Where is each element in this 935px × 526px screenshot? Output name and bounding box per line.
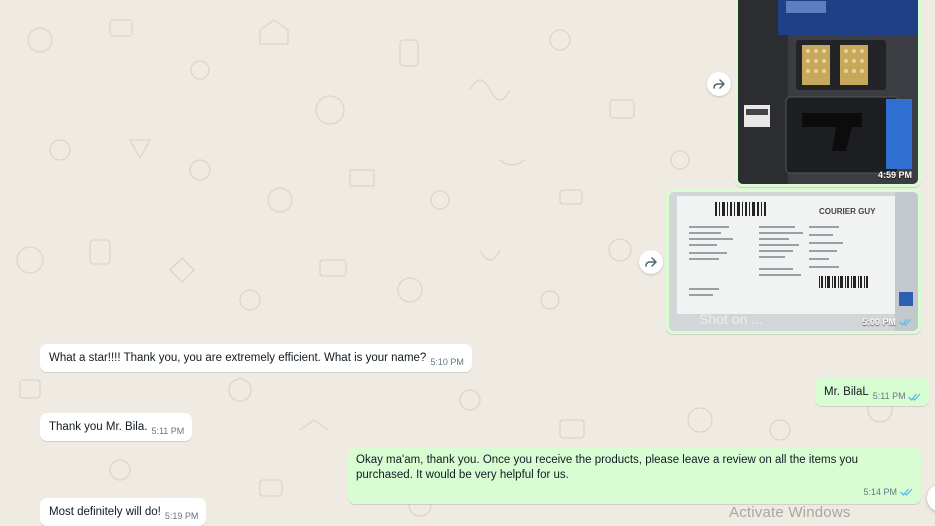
message-text: Okay ma'am, thank you. Once you receive … [356, 454, 859, 481]
message-text: What a star!!!! Thank you, you are extre… [49, 352, 427, 364]
incoming-message[interactable]: What a star!!!! Thank you, you are extre… [40, 344, 472, 372]
message-meta: 5:00 PM [862, 317, 912, 327]
activate-windows-watermark: Activate Windows [729, 504, 851, 521]
message-time: 4:59 PM [877, 170, 912, 180]
photo-overlay-text: Shot on ... [699, 311, 763, 327]
forward-button[interactable] [707, 72, 731, 96]
incoming-message[interactable]: Most definitely will do! 5:19 PM [40, 498, 207, 526]
message-time: 5:19 PM [164, 511, 199, 521]
double-check-icon [899, 318, 912, 326]
message-time: 5:14 PM [863, 487, 897, 497]
forward-button[interactable] [639, 250, 663, 274]
message-photo [738, 0, 918, 184]
image-message[interactable]: 4:59 PM [735, 0, 921, 187]
message-text: Thank you Mr. Bila. [49, 421, 148, 433]
message-time: 5:11 PM [151, 426, 185, 436]
message-photo: COURIER GUY Shot on ... [669, 192, 918, 331]
outgoing-message[interactable]: Okay ma'am, thank you. Once you receive … [348, 448, 921, 504]
message-text: Most definitely will do! [49, 506, 161, 518]
label-brand: COURIER GUY [819, 207, 876, 216]
message-time: 5:00 PM [861, 317, 896, 327]
message-meta: 5:14 PM [356, 484, 913, 500]
forward-icon [645, 257, 657, 267]
forward-icon [713, 79, 725, 89]
incoming-message[interactable]: Thank you Mr. Bila. 5:11 PM [40, 413, 193, 441]
message-text: Mr. BilaL [824, 386, 869, 398]
outgoing-message[interactable]: Mr. BilaL 5:11 PM [815, 378, 930, 406]
message-time: 5:11 PM [873, 391, 921, 401]
double-check-icon [900, 488, 913, 496]
double-check-icon [908, 393, 921, 401]
image-message[interactable]: COURIER GUY Shot on ... 5:00 PM [666, 189, 921, 334]
message-time: 5:10 PM [430, 357, 464, 367]
scroll-to-bottom-button[interactable] [927, 484, 935, 512]
message-meta: 4:59 PM [878, 170, 912, 180]
